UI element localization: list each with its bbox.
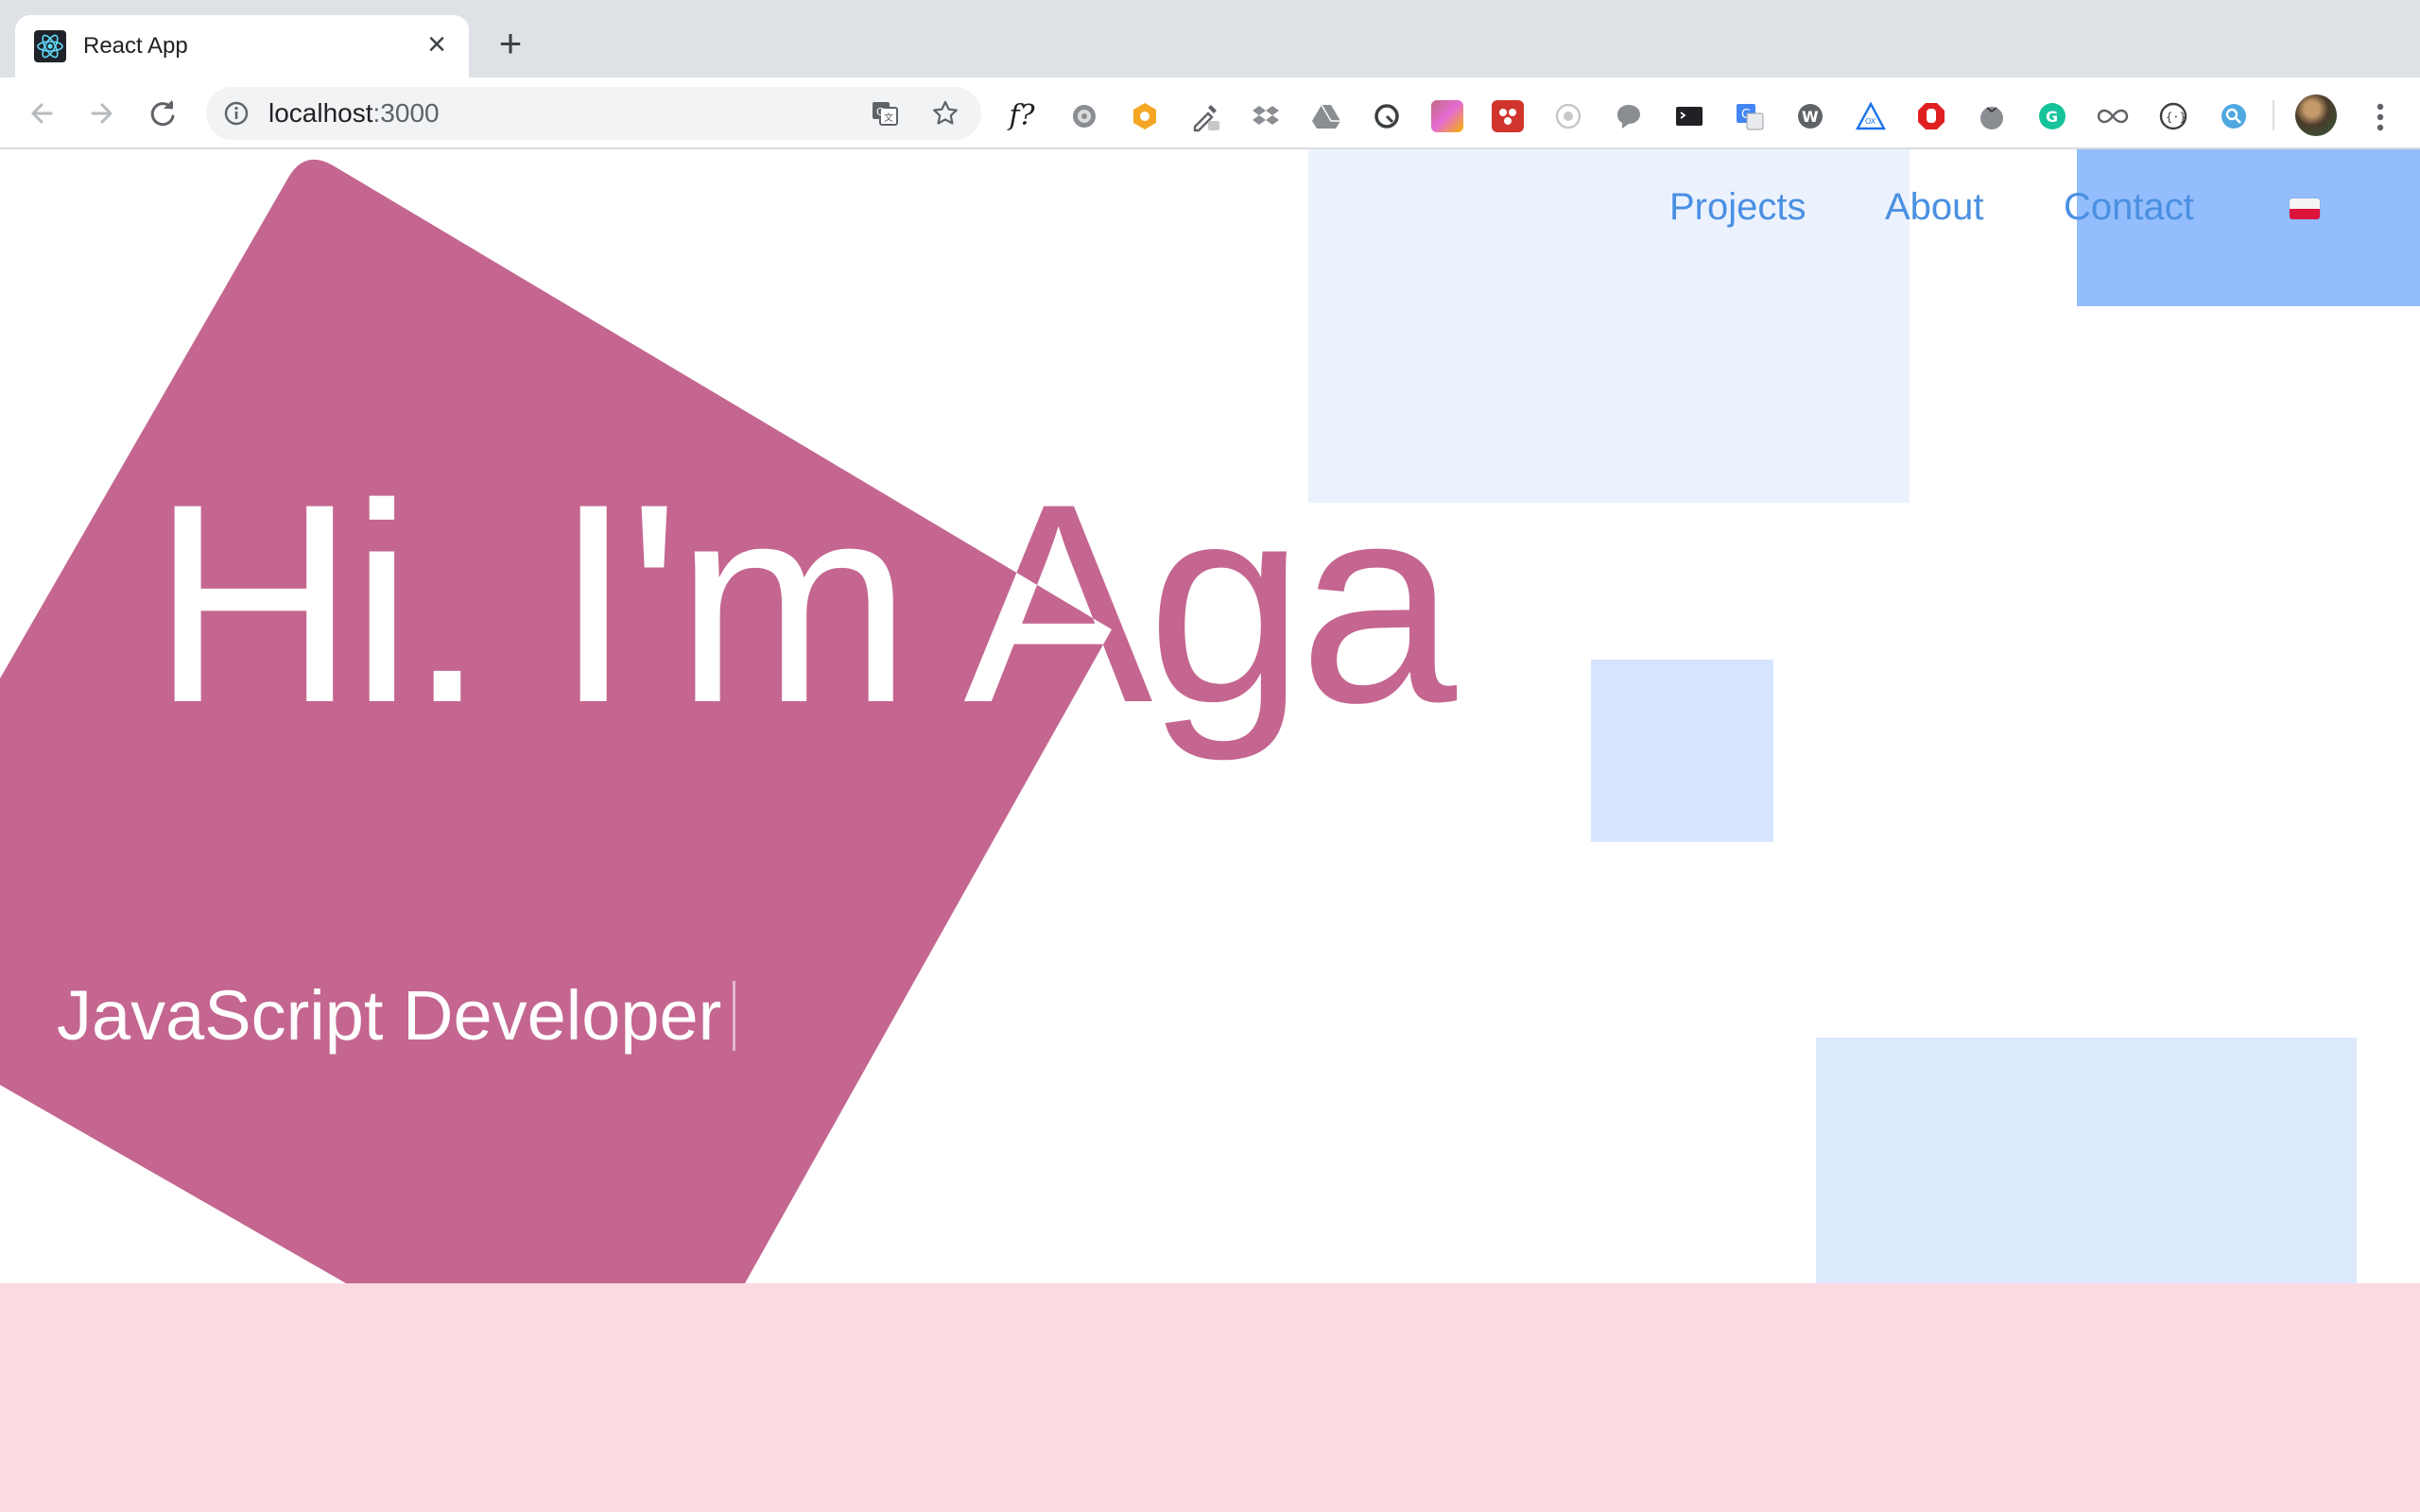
triangle-extension-icon[interactable]: OX (1855, 100, 1887, 132)
hero-subtitle: JavaScript Developer (57, 973, 736, 1058)
footer-band (0, 1283, 2420, 1512)
svg-text:G: G (2046, 108, 2058, 126)
drive-icon[interactable] (1310, 100, 1342, 132)
nav-contact-link[interactable]: Contact (2064, 185, 2194, 229)
terminal-icon[interactable] (1673, 100, 1705, 132)
chat-bubble-icon[interactable] (1613, 100, 1645, 132)
radio-extension-icon[interactable] (1552, 100, 1584, 132)
back-arrow-icon[interactable] (23, 94, 60, 132)
gear-extension-icon[interactable] (1068, 100, 1100, 132)
close-tab-icon[interactable]: × (422, 28, 452, 60)
url-text: localhost:3000 (268, 98, 440, 128)
page-viewport: Hi. I'm Aga Hi. I'm Aga JavaScript Devel… (0, 149, 2420, 1512)
profile-avatar[interactable] (2295, 94, 2337, 136)
nav-projects-link[interactable]: Projects (1669, 185, 1806, 229)
svg-text:{·}: {·} (2166, 111, 2187, 124)
svg-text:OX: OX (1865, 117, 1876, 126)
polish-flag-icon[interactable] (2290, 198, 2320, 219)
stop-hand-icon[interactable] (1915, 100, 1947, 132)
json-viewer-icon[interactable]: {·} (2157, 100, 2189, 132)
toolbar-divider (2273, 100, 2274, 130)
sync-icon[interactable] (1371, 100, 1403, 132)
nav-about-link[interactable]: About (1885, 185, 1984, 229)
orange-gear-extension-icon[interactable] (1129, 100, 1161, 132)
site-info-icon[interactable] (223, 100, 250, 127)
search-extension-icon[interactable] (2218, 100, 2250, 132)
translate-icon[interactable]: G文 (870, 98, 900, 129)
svg-text:W: W (1802, 108, 1819, 126)
address-bar[interactable]: localhost:3000 G文 (206, 87, 981, 140)
browser-tab[interactable]: React App × (15, 15, 469, 77)
infinity-icon[interactable] (2097, 100, 2129, 132)
dropbox-icon[interactable] (1250, 100, 1282, 132)
gradient-extension-icon[interactable] (1431, 100, 1463, 132)
star-icon[interactable] (930, 98, 960, 129)
w-extension-icon[interactable]: W (1794, 100, 1826, 132)
browser-toolbar: localhost:3000 G文 f? G W OX G {·} (0, 77, 2420, 149)
google-translate-icon[interactable]: G (1734, 100, 1766, 132)
typing-cursor (733, 981, 736, 1051)
new-tab-button[interactable]: + (492, 24, 529, 64)
grammarly-icon[interactable]: G (2036, 100, 2068, 132)
f-question-icon[interactable]: f? (1006, 100, 1038, 132)
svg-text:文: 文 (884, 112, 893, 124)
red-extension-icon[interactable] (1492, 100, 1524, 132)
eyedropper-icon[interactable] (1189, 100, 1221, 132)
forward-arrow-icon[interactable] (83, 94, 121, 132)
reload-icon[interactable] (144, 94, 182, 132)
tab-strip: React App × + (0, 0, 2420, 77)
tomato-icon[interactable] (1976, 100, 2008, 132)
browser-menu-icon[interactable] (2371, 98, 2390, 136)
react-favicon-icon (34, 30, 66, 62)
tab-title: React App (83, 33, 188, 59)
